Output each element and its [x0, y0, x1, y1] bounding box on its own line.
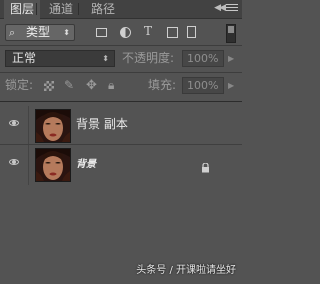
lock-transparent-pixels-icon[interactable]: [44, 81, 54, 91]
fill-label: 填充:: [148, 78, 177, 92]
filter-type-label: 类型: [26, 25, 51, 39]
divider: [0, 45, 242, 46]
lock-label: 锁定:: [5, 78, 34, 92]
layer-row[interactable]: 背景 副本: [0, 106, 242, 146]
chevron-right-icon[interactable]: ▶: [228, 50, 234, 67]
tab-layers[interactable]: 图层: [4, 0, 40, 19]
opacity-input[interactable]: 100%: [182, 50, 224, 67]
layers-list: 背景 副本 背景: [0, 101, 242, 284]
shape-filter-icon[interactable]: [167, 27, 178, 38]
adjustment-filter-icon[interactable]: [120, 27, 131, 38]
layer-name[interactable]: 背景: [76, 158, 96, 172]
layer-name[interactable]: 背景 副本: [76, 117, 128, 131]
layer-thumbnail: [35, 148, 71, 182]
divider: [0, 72, 242, 73]
blend-mode-label: 正常: [12, 51, 37, 65]
tab-divider: [78, 3, 79, 15]
eye-icon[interactable]: [9, 120, 19, 126]
panel-menu-icon[interactable]: [226, 2, 238, 14]
blend-mode-select[interactable]: 正常 ⬍: [5, 50, 115, 67]
pixel-filter-icon[interactable]: [96, 28, 107, 37]
layer-filter-row: ⌕ 类型 ⬍ T: [0, 19, 242, 45]
filter-toggle-switch[interactable]: [226, 24, 236, 43]
divider: [28, 145, 29, 185]
type-filter-icon[interactable]: T: [144, 25, 152, 37]
chevron-updown-icon: ⬍: [102, 54, 109, 63]
lock-position-icon[interactable]: ✥: [86, 79, 97, 92]
watermark: 头条号 / 开课啦请坐好: [136, 265, 236, 276]
panel-tab-bar: 图层 通道 路径 ◀◀: [0, 0, 242, 19]
divider: [28, 106, 29, 146]
tab-channels[interactable]: 通道: [40, 0, 82, 18]
chevron-right-icon[interactable]: ▶: [228, 77, 234, 94]
opacity-label: 不透明度:: [122, 51, 175, 65]
lock-image-pixels-icon[interactable]: ✎: [64, 79, 74, 92]
lock-icon: [201, 158, 210, 173]
lock-all-icon[interactable]: 🔒︎: [108, 79, 114, 92]
layer-thumbnail: [35, 109, 71, 143]
layers-panel: 图层 通道 路径 ◀◀ ⌕ 类型 ⬍ T 正常 ⬍ 不透明度: 100% ▶ 锁…: [0, 0, 242, 284]
smart-object-filter-icon[interactable]: [187, 26, 196, 38]
tab-divider: [36, 3, 37, 15]
search-icon: ⌕: [9, 26, 16, 39]
layer-row[interactable]: 背景: [0, 144, 242, 185]
collapse-panel-icon[interactable]: ◀◀: [214, 3, 226, 13]
chevron-updown-icon: ⬍: [63, 28, 70, 37]
tab-paths[interactable]: 路径: [82, 0, 124, 18]
fill-input[interactable]: 100%: [182, 77, 224, 94]
filter-type-select[interactable]: ⌕ 类型 ⬍: [5, 24, 75, 41]
eye-icon[interactable]: [9, 159, 19, 165]
